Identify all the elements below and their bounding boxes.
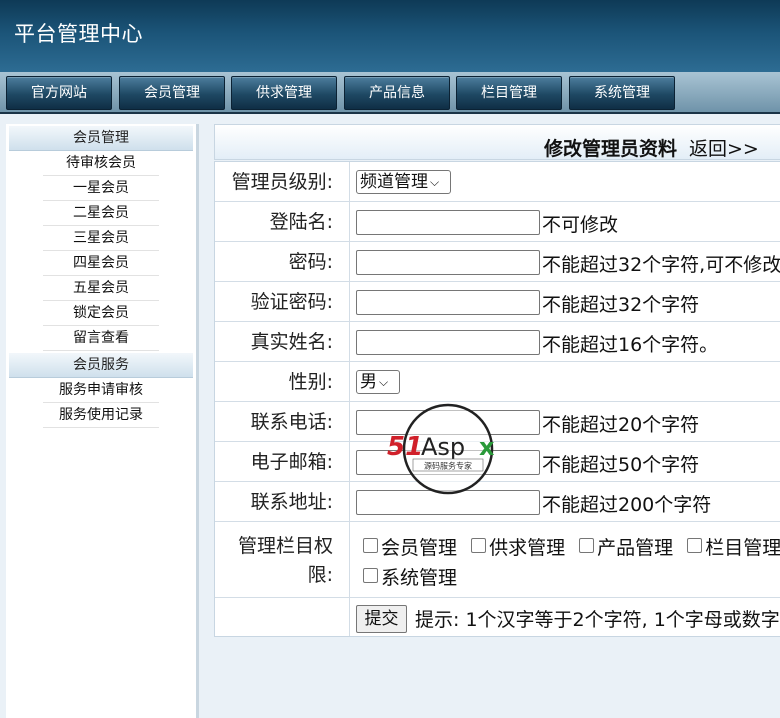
field-label: 联系电话: [215, 402, 350, 441]
nav-member-management[interactable]: 会员管理 [119, 76, 225, 110]
sidebar-item-two-star[interactable]: 二星会员 [43, 201, 159, 226]
gender-select[interactable]: 男 ⌵ [356, 370, 400, 394]
title-bar: 修改管理员资料 返回>> [214, 124, 780, 160]
permission-options-row1: 会员管理 供求管理 产品管理 栏目管理 [356, 533, 780, 560]
back-link[interactable]: 返回>> [689, 134, 759, 161]
gender-select-value: 男 [360, 372, 377, 392]
sidebar-item-locked-members[interactable]: 锁定会员 [43, 301, 159, 326]
checkbox-label: 会员管理 [381, 537, 458, 559]
field-value: 频道管理 ⌵ [356, 162, 780, 201]
form-row-password: 密码: 不能超过32个字符,可不修改 [215, 242, 780, 282]
page-title: 修改管理员资料 [544, 138, 678, 160]
level-select-value: 频道管理 [360, 172, 428, 192]
form-row-gender: 性别: 男 ⌵ [215, 362, 780, 402]
login-hint: 不可修改 [542, 214, 619, 236]
checkbox-member-management[interactable] [363, 538, 378, 553]
field-value: 不可修改 [356, 202, 780, 241]
empty-label-cell [215, 598, 350, 636]
svg-text:源码服务专家: 源码服务专家 [424, 461, 472, 471]
sidebar-item-pending-members[interactable]: 待审核会员 [43, 151, 159, 176]
form-row-submit: 提交 提示: 1个汉字等于2个字符, 1个字母或数字等于1个字符 [215, 598, 780, 636]
sidebar-item-five-star[interactable]: 五星会员 [43, 276, 159, 301]
password-hint: 不能超过32个字符,可不修改 [542, 254, 780, 276]
nav-supply-demand[interactable]: 供求管理 [231, 76, 337, 110]
permissions-label: 管理栏目权 限: [215, 522, 350, 597]
checkbox-system-management[interactable] [363, 568, 378, 583]
sidebar-item-messages[interactable]: 留言查看 [43, 326, 159, 351]
field-label: 性别: [215, 362, 350, 401]
field-label: 登陆名: [215, 202, 350, 241]
address-hint: 不能超过200个字符 [542, 494, 712, 516]
login-input[interactable] [356, 210, 540, 235]
sidebar-section-title: 会员管理 [9, 126, 193, 151]
checkbox-label: 系统管理 [381, 567, 458, 589]
sidebar: 会员管理 待审核会员 一星会员 二星会员 三星会员 四星会员 五星会员 锁定会员… [6, 124, 199, 718]
watermark-logo-graphic: 51 Asp x 源码服务专家 [387, 403, 495, 495]
real-name-input[interactable] [356, 330, 540, 355]
admin-form: 管理员级别: 频道管理 ⌵ 登陆名: 不可修改 密码: 不能超过32个字符,可不修… [214, 161, 780, 637]
form-row-level: 管理员级别: 频道管理 ⌵ [215, 162, 780, 202]
field-value: 男 ⌵ [356, 362, 780, 401]
email-hint: 不能超过50个字符 [542, 454, 700, 476]
permissions-label-line1: 管理栏目权 [237, 535, 333, 557]
form-row-login: 登陆名: 不可修改 [215, 202, 780, 242]
chevron-down-icon: ⌵ [430, 175, 440, 189]
nav-product-info[interactable]: 产品信息 [344, 76, 450, 110]
tip-text: 提示: 1个汉字等于2个字符, 1个字母或数字等于1个字符 [415, 609, 780, 631]
sidebar-item-three-star[interactable]: 三星会员 [43, 226, 159, 251]
checkbox-label: 栏目管理 [705, 537, 780, 559]
checkbox-column-management[interactable] [687, 538, 703, 553]
checkbox-product-management[interactable] [579, 538, 595, 553]
field-label: 联系地址: [215, 482, 350, 521]
field-value: 提交 提示: 1个汉字等于2个字符, 1个字母或数字等于1个字符 [356, 598, 780, 636]
confirm-password-input[interactable] [356, 290, 540, 315]
watermark-logo: 51 Asp x 源码服务专家 [383, 402, 513, 496]
submit-button[interactable]: 提交 [356, 605, 407, 633]
permissions-label-line2: 限: [307, 564, 333, 586]
checkbox-label: 供求管理 [489, 537, 566, 559]
sidebar-section-title: 会员服务 [9, 353, 193, 378]
field-value: 不能超过32个字符 [356, 282, 780, 321]
nav-system-management[interactable]: 系统管理 [569, 76, 675, 110]
real-name-hint: 不能超过16个字符。 [542, 334, 719, 356]
level-select[interactable]: 频道管理 ⌵ [356, 170, 451, 194]
app-header: 平台管理中心 [0, 0, 780, 72]
nav-column-management[interactable]: 栏目管理 [456, 76, 562, 110]
field-value: 会员管理 供求管理 产品管理 栏目管理 系统管理 [356, 522, 780, 597]
field-label: 管理员级别: [215, 162, 350, 201]
sidebar-item-four-star[interactable]: 四星会员 [43, 251, 159, 276]
nav-official-site[interactable]: 官方网站 [6, 76, 112, 110]
password-input[interactable] [356, 250, 540, 275]
svg-text:Asp: Asp [421, 433, 465, 461]
checkbox-supply-management[interactable] [471, 538, 487, 553]
field-label: 电子邮箱: [215, 442, 350, 481]
field-value: 不能超过32个字符,可不修改 [356, 242, 780, 281]
field-label: 验证密码: [215, 282, 350, 321]
field-label: 密码: [215, 242, 350, 281]
sidebar-item-service-usage[interactable]: 服务使用记录 [43, 403, 159, 428]
app-title: 平台管理中心 [14, 22, 143, 46]
top-nav: 官方网站 会员管理 供求管理 产品信息 栏目管理 系统管理 [0, 72, 780, 114]
chevron-down-icon: ⌵ [379, 375, 389, 389]
field-label: 真实姓名: [215, 322, 350, 361]
sidebar-item-one-star[interactable]: 一星会员 [43, 176, 159, 201]
field-value: 不能超过16个字符。 [356, 322, 780, 361]
svg-text:51: 51 [387, 432, 423, 462]
form-row-real-name: 真实姓名: 不能超过16个字符。 [215, 322, 780, 362]
form-row-permissions: 管理栏目权 限: 会员管理 供求管理 产品管理 栏目管理 系统管理 [215, 522, 780, 598]
confirm-password-hint: 不能超过32个字符 [542, 294, 700, 316]
sidebar-item-service-review[interactable]: 服务申请审核 [43, 378, 159, 403]
phone-hint: 不能超过20个字符 [542, 414, 700, 436]
form-row-confirm-password: 验证密码: 不能超过32个字符 [215, 282, 780, 322]
permission-options-row2: 系统管理 [356, 563, 457, 590]
svg-text:x: x [479, 433, 495, 461]
checkbox-label: 产品管理 [597, 537, 674, 559]
